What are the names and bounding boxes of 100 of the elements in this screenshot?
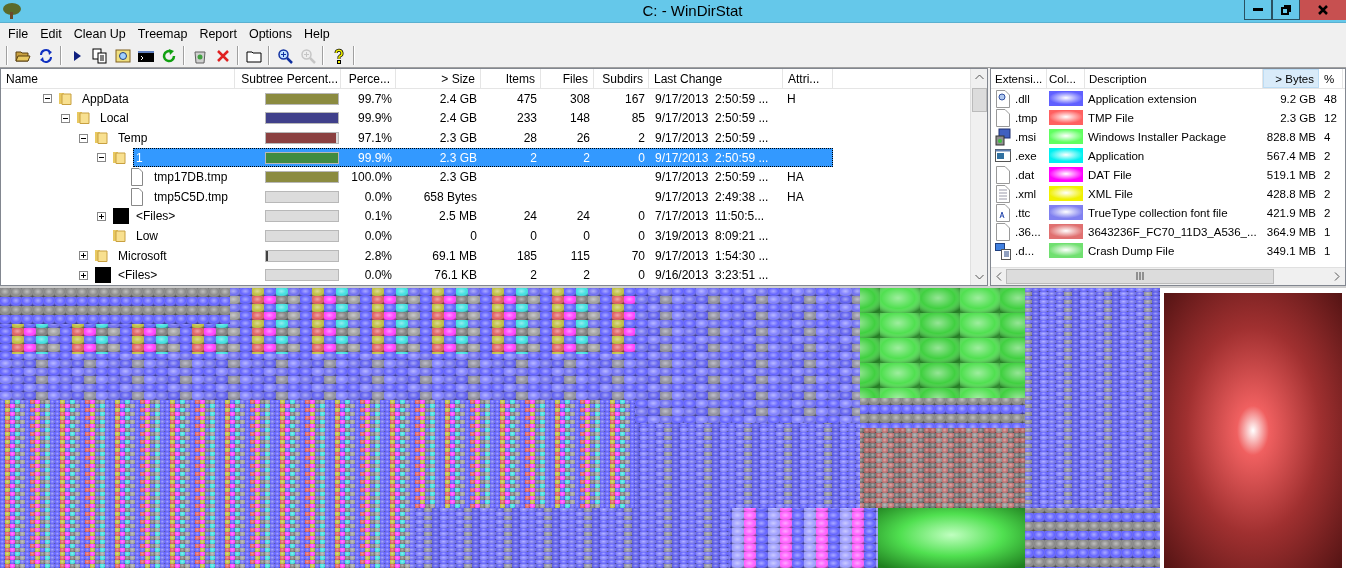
document-icon: [995, 108, 1011, 127]
table-cell: 2.3 GB: [1280, 111, 1316, 124]
table-cell: Application extension: [1088, 92, 1197, 105]
table-cell-text: 0.0%: [363, 267, 393, 285]
column-header[interactable]: > Size: [396, 69, 481, 89]
monitor-document-icon: [995, 241, 1011, 260]
column-header[interactable]: Extensi...: [991, 69, 1047, 89]
table-cell-text: 2.3 GB: [438, 130, 478, 148]
table-cell: 364.9 MB: [1266, 225, 1316, 238]
menu-item[interactable]: Help: [298, 26, 336, 41]
tree-item-name[interactable]: <Files>: [118, 268, 158, 283]
horizontal-scrollbar[interactable]: [991, 267, 1345, 285]
tree-item-name[interactable]: Microsoft: [118, 248, 167, 263]
table-cell: 428.8 MB: [1266, 187, 1316, 200]
installer-icon: [995, 127, 1011, 146]
table-cell: 167: [624, 91, 645, 106]
table-cell-text: 99.7%: [356, 90, 393, 108]
table-cell: 4: [1324, 130, 1331, 143]
table-cell-text: 2.3 GB: [438, 149, 478, 167]
table-cell: 185: [516, 248, 537, 263]
extension-name[interactable]: .ttc: [1015, 206, 1031, 219]
table-cell: 519.1 MB: [1266, 168, 1316, 181]
extension-name[interactable]: .exe: [1015, 149, 1037, 162]
expand-icon[interactable]: [79, 270, 88, 280]
extension-name[interactable]: .tmp: [1015, 111, 1038, 124]
extension-name[interactable]: .dll: [1015, 92, 1030, 105]
table-cell: 0: [530, 229, 537, 243]
tree-item-name[interactable]: Local: [100, 111, 129, 126]
extension-name[interactable]: .dat: [1015, 168, 1035, 181]
column-header[interactable]: Files: [541, 69, 594, 89]
tree-item-name[interactable]: Temp: [118, 131, 148, 146]
table-cell-text: 2.8%: [363, 247, 393, 265]
minimize-icon: [1253, 8, 1263, 11]
extension-name[interactable]: .msi: [1015, 130, 1037, 143]
restore-button[interactable]: [1272, 0, 1300, 20]
column-header[interactable]: Items: [481, 69, 541, 89]
table-cell-text: 0: [469, 228, 478, 245]
folder-icon: [59, 92, 72, 105]
close-button[interactable]: [1300, 0, 1346, 20]
table-cell: 2: [1324, 187, 1331, 200]
zoom-out-icon: [299, 47, 316, 64]
expand-icon[interactable]: [79, 251, 88, 261]
scroll-thumb[interactable]: [971, 88, 987, 113]
menu-item[interactable]: Report: [193, 26, 243, 41]
scroll-thumb[interactable]: [1006, 269, 1274, 284]
menu-item[interactable]: Clean Up: [67, 26, 132, 41]
folder-icon: [77, 112, 90, 125]
column-header[interactable]: Subdirs: [594, 69, 649, 89]
extension-name[interactable]: .36...: [1015, 225, 1041, 238]
collapse-icon[interactable]: [61, 113, 70, 123]
table-cell: 115: [570, 248, 590, 263]
tree-item-name[interactable]: Low: [136, 229, 158, 243]
tree-item-name[interactable]: <Files>: [136, 209, 176, 224]
magnifier-icon: [114, 47, 131, 64]
menu-item[interactable]: Edit: [34, 26, 68, 41]
tree-item-name[interactable]: tmp17DB.tmp: [154, 170, 228, 185]
menu-item[interactable]: Treemap: [131, 26, 194, 41]
table-cell: 7/17/2013 11:50:5...: [655, 209, 765, 224]
table-cell: HA: [787, 170, 804, 185]
table-cell-text: 97.1%: [356, 130, 393, 148]
table-cell: 828.8 MB: [1266, 130, 1316, 143]
minimize-button[interactable]: [1244, 0, 1272, 20]
collapse-icon[interactable]: [97, 153, 106, 163]
column-header[interactable]: Col...: [1047, 69, 1085, 89]
folder-icon: [95, 249, 108, 262]
folder-icon: [113, 151, 126, 164]
tree-item-name[interactable]: tmp5C5D.tmp: [154, 189, 229, 204]
table-cell: 1: [1324, 225, 1331, 238]
column-header[interactable]: Last Change: [649, 69, 783, 89]
column-header[interactable]: Name: [1, 69, 235, 89]
column-header[interactable]: Perce...: [341, 69, 396, 89]
column-header[interactable]: Attri...: [783, 69, 833, 89]
column-header[interactable]: > Bytes: [1263, 69, 1319, 89]
table-cell-text: 2.5 MB: [438, 208, 478, 226]
collapse-icon[interactable]: [79, 133, 88, 143]
table-cell: 349.1 MB: [1266, 244, 1316, 257]
expand-icon[interactable]: [97, 211, 106, 221]
extension-name[interactable]: .d...: [1015, 244, 1035, 257]
collapse-icon[interactable]: [43, 94, 52, 104]
table-cell: 3643236F_FC70_11D3_A536_...: [1088, 225, 1257, 238]
delete-icon: [214, 47, 231, 64]
table-cell: 9/17/2013 2:50:59 ...: [655, 170, 769, 185]
refresh-icon: [37, 47, 54, 64]
table-cell: 567.4 MB: [1266, 149, 1316, 162]
menu-item[interactable]: Options: [242, 26, 298, 41]
table-cell: 85: [631, 111, 645, 126]
vertical-scrollbar[interactable]: [970, 69, 987, 285]
table-cell: 2: [1324, 149, 1331, 162]
table-cell: 2: [583, 150, 590, 165]
table-cell: 2: [638, 131, 645, 146]
table-cell: 2: [583, 268, 590, 283]
extension-name[interactable]: .xml: [1015, 187, 1037, 200]
menu-item[interactable]: File: [2, 26, 35, 41]
column-header[interactable]: Subtree Percent...: [235, 69, 341, 89]
folder-icon: [95, 132, 108, 145]
tree-item-name[interactable]: AppData: [82, 91, 129, 106]
table-cell: HA: [787, 189, 804, 204]
column-header[interactable]: %: [1319, 69, 1343, 89]
table-cell: XML File: [1088, 187, 1133, 200]
document-icon: [995, 165, 1011, 184]
